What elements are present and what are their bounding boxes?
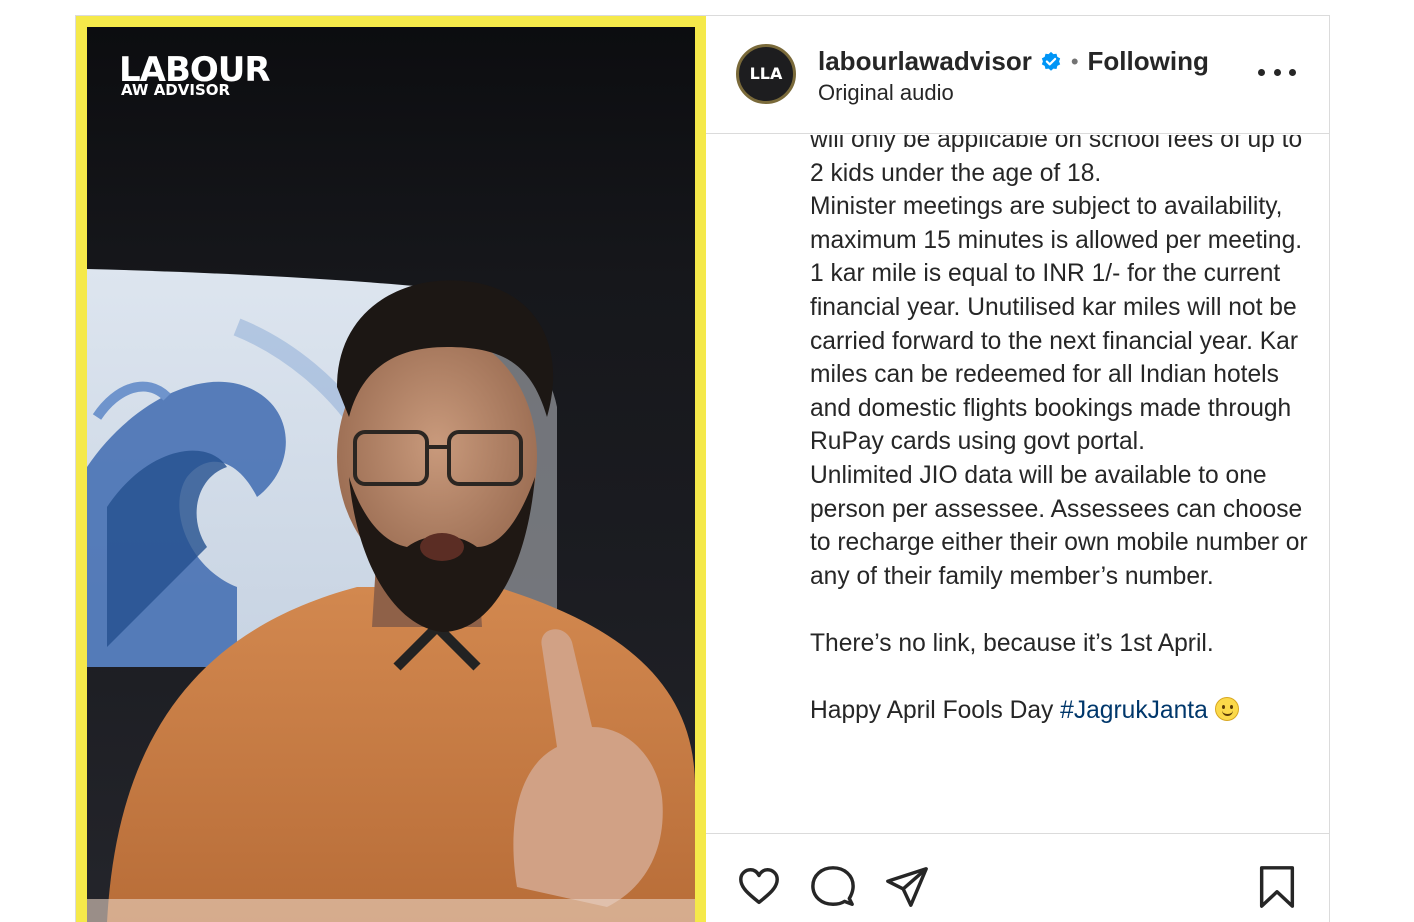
video-frame bbox=[87, 269, 695, 922]
avatar[interactable]: LLA bbox=[736, 44, 796, 104]
username-link[interactable]: labourlawadvisor bbox=[818, 46, 1032, 77]
bookmark-icon[interactable] bbox=[1254, 864, 1300, 910]
more-dot bbox=[1273, 68, 1281, 76]
more-dot bbox=[1289, 68, 1296, 76]
avatar-initials: LLA bbox=[749, 64, 783, 83]
username-row: labourlawadvisor • Following bbox=[818, 46, 1209, 77]
original-audio-link[interactable]: Original audio bbox=[818, 80, 954, 106]
heart-icon[interactable] bbox=[736, 864, 782, 910]
send-icon[interactable] bbox=[884, 864, 930, 910]
caption-body: will only be applicable on school fees o… bbox=[810, 135, 1308, 657]
caption-last-line: Happy April Fools Day bbox=[810, 697, 1061, 725]
smiley-emoji-icon bbox=[1214, 697, 1239, 722]
reel-video[interactable]: LABOUR AW ADVISOR bbox=[87, 27, 695, 922]
more-options-icon[interactable] bbox=[1258, 60, 1296, 84]
post-header: LLA labourlawadvisor • Following Origina… bbox=[706, 16, 1329, 134]
post-media[interactable]: LABOUR AW ADVISOR bbox=[76, 16, 706, 922]
post-side-panel: LLA labourlawadvisor • Following Origina… bbox=[706, 16, 1329, 922]
verified-badge-icon bbox=[1041, 51, 1061, 71]
action-bar bbox=[706, 833, 1329, 922]
more-dot bbox=[1258, 68, 1265, 76]
instagram-post: LABOUR AW ADVISOR LLA labourlawadvisor •… bbox=[75, 15, 1330, 922]
following-button[interactable]: Following bbox=[1088, 46, 1209, 77]
hashtag-link[interactable]: #JagrukJanta bbox=[1060, 697, 1208, 724]
comment-icon[interactable] bbox=[810, 864, 856, 910]
brand-logo: LABOUR AW ADVISOR bbox=[119, 53, 271, 98]
separator-dot: • bbox=[1070, 48, 1079, 74]
caption-text: will only be applicable on school fees o… bbox=[810, 135, 1310, 728]
caption-area[interactable]: will only be applicable on school fees o… bbox=[706, 135, 1329, 833]
